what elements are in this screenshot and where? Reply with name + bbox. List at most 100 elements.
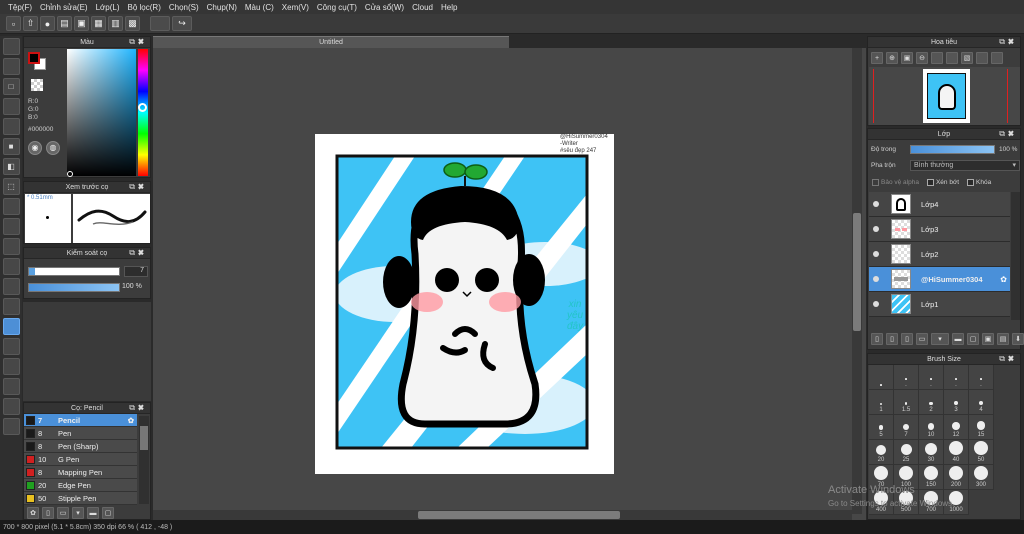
brush-folder-icon[interactable]: ▬	[87, 507, 99, 519]
dodge-tool-icon[interactable]	[2, 418, 20, 435]
smudge-tool-icon[interactable]	[2, 398, 20, 415]
panel-controls-icon[interactable]: ⧉✖	[999, 37, 1017, 47]
brush-menu-icon[interactable]: ▾	[72, 507, 84, 519]
saturation-value-picker[interactable]	[67, 49, 136, 176]
rotate-icon[interactable]	[931, 52, 943, 64]
clear-layer-icon[interactable]: ▤	[997, 333, 1009, 345]
comment-icon[interactable]: ▤	[57, 16, 72, 31]
brush-size-cell[interactable]	[869, 365, 894, 390]
flip-icon[interactable]: ▧	[961, 52, 973, 64]
brush-size-cell[interactable]: 30	[919, 440, 944, 465]
brush-size-cell[interactable]: 7	[894, 415, 919, 440]
brush-size-cell[interactable]: 50	[969, 440, 994, 465]
brush-size-cell[interactable]: 10	[919, 415, 944, 440]
new-layer-icon[interactable]: ▯	[871, 333, 883, 345]
brush-size-cell[interactable]: 12	[944, 415, 969, 440]
menu-filter[interactable]: Bộ lọc(R)	[124, 3, 165, 12]
blend-mode-select[interactable]: Bình thường ▾	[910, 160, 1020, 171]
foreground-color-swatch-front[interactable]	[28, 52, 40, 64]
dotted-select-tool-icon[interactable]: ⬚	[2, 178, 20, 195]
brush-size-cell[interactable]: 2	[919, 390, 944, 415]
brush-item[interactable]: 8 Mapping Pen	[24, 466, 137, 479]
layer-row[interactable]: Lớp1	[869, 292, 1010, 317]
bucket-tool-icon[interactable]	[2, 298, 20, 315]
color-mixer-icon[interactable]: ◍	[46, 141, 60, 155]
brush-size-cell[interactable]: 1	[869, 390, 894, 415]
grid-icon[interactable]: ▩	[125, 16, 140, 31]
sv-picker-handle[interactable]	[67, 171, 73, 177]
eraser-tool-icon[interactable]	[2, 358, 20, 375]
panel-controls-icon[interactable]: ⧉✖	[129, 37, 147, 47]
protect-alpha-checkbox[interactable]	[872, 179, 879, 186]
brush-item[interactable]: 50 Stipple Pen	[24, 492, 137, 505]
visibility-icon[interactable]	[873, 276, 879, 282]
image-icon[interactable]: ▣	[74, 16, 89, 31]
nav-reset-icon[interactable]	[991, 52, 1003, 64]
brush-size-cell[interactable]: .	[944, 365, 969, 390]
brush-item[interactable]: 20 Edge Pen	[24, 479, 137, 492]
layer-list-scrollbar[interactable]	[1011, 192, 1020, 320]
chat-icon[interactable]: ●	[40, 16, 55, 31]
menu-layer[interactable]: Lớp(L)	[92, 3, 124, 12]
menu-help[interactable]: Help	[437, 3, 461, 12]
duplicate-brush-icon[interactable]: ▭	[57, 507, 69, 519]
share-icon[interactable]: ⇧	[23, 16, 38, 31]
clipping-checkbox[interactable]	[926, 179, 934, 186]
rect-select-tool-icon[interactable]: □	[2, 78, 20, 95]
menu-file[interactable]: Tệp(F)	[4, 3, 36, 12]
layer-row[interactable]: Lớp3	[869, 217, 1010, 242]
brush-size-value[interactable]: 7	[124, 266, 148, 277]
blank-tool-button[interactable]	[150, 16, 170, 31]
brush-item[interactable]: 8 Pen	[24, 427, 137, 440]
brush-size-cell[interactable]: 4	[969, 390, 994, 415]
transparent-swatch-icon[interactable]	[31, 79, 43, 91]
brush-size-cell[interactable]: 100	[894, 465, 919, 490]
redo-icon[interactable]: ↪	[172, 16, 192, 31]
brush-tool-icon[interactable]	[2, 338, 20, 355]
panel-controls-icon[interactable]: ⧉✖	[129, 403, 147, 413]
document-tab[interactable]: Untitled	[153, 36, 509, 48]
brush-size-cell[interactable]: 1000	[944, 490, 969, 515]
fill-rect-tool-icon[interactable]: ■	[2, 138, 20, 155]
pencil-tool-icon[interactable]	[2, 318, 20, 335]
nav-blank-icon[interactable]	[946, 52, 958, 64]
canvas-vertical-scrollbar[interactable]	[852, 48, 862, 514]
brush-size-cell[interactable]: .	[919, 365, 944, 390]
brush-settings-icon[interactable]: ✿	[27, 507, 39, 519]
new-layer-8bit-icon[interactable]: ▯	[886, 333, 898, 345]
brush-size-cell[interactable]: 25	[894, 440, 919, 465]
horizontal-scroll-thumb[interactable]	[418, 511, 620, 519]
table-icon[interactable]: ▥	[108, 16, 123, 31]
gear-icon[interactable]: ✿	[1000, 275, 1007, 284]
panel-controls-icon[interactable]: ⧉✖	[129, 182, 147, 192]
layer-row[interactable]: Lớp2	[869, 242, 1010, 267]
gradient-tool-icon[interactable]: ◧	[2, 158, 20, 175]
new-brush-icon[interactable]: ▯	[42, 507, 54, 519]
menu-color[interactable]: Màu (C)	[241, 3, 278, 12]
brush-size-cell[interactable]: 1.5	[894, 390, 919, 415]
brush-size-cell[interactable]: 400	[869, 490, 894, 515]
layer-folder-icon[interactable]: ▬	[952, 333, 964, 345]
panel-controls-icon[interactable]: ⧉✖	[999, 129, 1017, 139]
menu-capture[interactable]: Chụp(N)	[203, 3, 241, 12]
palette-icon[interactable]: ◉	[28, 141, 42, 155]
brush-size-cell[interactable]: 3	[944, 390, 969, 415]
zoom-in-alt-icon[interactable]: ⊕	[886, 52, 898, 64]
menu-edit[interactable]: Chỉnh sửa(E)	[36, 3, 92, 12]
lock-checkbox[interactable]	[967, 179, 975, 186]
gear-icon[interactable]: ✿	[128, 416, 134, 425]
new-file-button[interactable]: ▫	[6, 16, 21, 31]
brush-size-cell[interactable]: 20	[869, 440, 894, 465]
eyedropper-tool-icon[interactable]	[2, 238, 20, 255]
panel-controls-icon[interactable]: ⧉✖	[999, 354, 1017, 364]
brush-size-slider[interactable]	[28, 267, 120, 276]
visibility-icon[interactable]	[873, 301, 879, 307]
brush-size-cell[interactable]: 70	[869, 465, 894, 490]
brush-item[interactable]: 10 G Pen	[24, 453, 137, 466]
zoom-out-icon[interactable]: ⊖	[916, 52, 928, 64]
brush-list-scrollbar[interactable]	[139, 416, 149, 504]
canvas-paper[interactable]: @HiSummer0304 -Writer #sêu đẹp 247 xin y…	[315, 134, 614, 474]
pointer-tool-icon[interactable]	[2, 38, 20, 55]
brush-size-cell[interactable]: 500	[894, 490, 919, 515]
visibility-icon[interactable]	[873, 251, 879, 257]
